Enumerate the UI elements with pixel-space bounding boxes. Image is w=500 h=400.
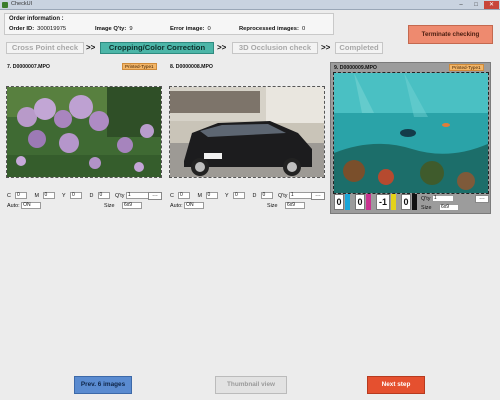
image-card[interactable]: 8. D0000008.MPO C0 M0 Y0 D0 Q'ty 1 … Aut… bbox=[167, 62, 328, 214]
error-image-label: Error image: bbox=[170, 26, 205, 32]
terminate-checking-button[interactable]: Terminate checking bbox=[408, 25, 493, 44]
error-image-value: 0 bbox=[207, 26, 211, 32]
size-field[interactable]: 6x9 bbox=[439, 204, 459, 211]
size-row: Size 6x9 bbox=[267, 202, 305, 209]
more-options-button[interactable]: … bbox=[311, 192, 325, 200]
reprocessed-field: Reprocessed images: 0 bbox=[239, 26, 305, 32]
yellow-field[interactable]: 0 bbox=[233, 192, 245, 199]
magenta-value-field[interactable]: 0 bbox=[355, 194, 365, 210]
image-card-selected[interactable]: 9. D0000009.MPO Printed-Type1 0 0 -1 0 Q… bbox=[330, 62, 491, 214]
qty-row: Q'ty 1 bbox=[421, 195, 454, 202]
step-separator: >> bbox=[86, 43, 96, 52]
step-separator: >> bbox=[217, 43, 227, 52]
cyan-field[interactable]: 0 bbox=[15, 192, 27, 199]
image-preview[interactable] bbox=[169, 86, 325, 178]
yellow-field[interactable]: 0 bbox=[70, 192, 82, 199]
qty-field[interactable]: 1 bbox=[431, 195, 454, 202]
black-swatch bbox=[412, 194, 417, 210]
image-preview[interactable] bbox=[6, 86, 162, 178]
minimize-icon[interactable]: – bbox=[454, 1, 468, 9]
printed-type-badge: Printed-Type1 bbox=[449, 64, 484, 71]
order-id-field: Order ID: 300019975 bbox=[9, 26, 66, 32]
window-title: CheckUI bbox=[11, 1, 33, 7]
order-info-panel: Order information : Order ID: 300019975 I… bbox=[4, 13, 334, 35]
image-preview[interactable] bbox=[333, 72, 489, 194]
magenta-field[interactable]: 0 bbox=[42, 192, 55, 199]
app-icon bbox=[2, 2, 8, 8]
image-qty-field: Image Q'ty: 9 bbox=[95, 26, 133, 32]
image-card[interactable]: 7. D0000007.MPO Printed-Type1 C0 M0 Y0 D… bbox=[4, 62, 165, 214]
image-filename: 7. D0000007.MPO bbox=[7, 64, 50, 70]
yellow-swatch bbox=[391, 194, 396, 210]
step-cropping-color-correction: Cropping/Color Correction bbox=[100, 42, 214, 54]
image-qty-label: Image Q'ty: bbox=[95, 26, 127, 32]
cyan-value-field[interactable]: 0 bbox=[334, 194, 344, 210]
error-image-field: Error image: 0 bbox=[170, 26, 211, 32]
image-filename: 8. D0000008.MPO bbox=[170, 64, 213, 70]
density-field[interactable]: 0 bbox=[97, 192, 110, 199]
reprocessed-label: Reprocessed images: bbox=[239, 26, 299, 32]
underwater-photo bbox=[334, 73, 488, 193]
image-qty-value: 9 bbox=[129, 26, 133, 32]
size-field[interactable]: 6x9 bbox=[122, 202, 142, 209]
maximize-icon[interactable]: □ bbox=[469, 1, 483, 9]
color-adjust-row: C0 M0 Y0 D0 Q'ty 1 bbox=[170, 192, 317, 199]
magenta-swatch bbox=[366, 194, 371, 210]
density-value-field[interactable]: 0 bbox=[401, 194, 411, 210]
reprocessed-value: 0 bbox=[301, 26, 306, 32]
magenta-field[interactable]: 0 bbox=[205, 192, 218, 199]
auto-row: Auto: ON bbox=[170, 202, 205, 209]
size-field[interactable]: 6x9 bbox=[285, 202, 305, 209]
cyan-swatch bbox=[345, 194, 350, 210]
auto-field[interactable]: ON bbox=[184, 202, 205, 209]
car-photo bbox=[170, 87, 324, 177]
close-icon[interactable]: ✕ bbox=[484, 1, 499, 9]
prev-images-button[interactable]: Prev. 6 images bbox=[74, 376, 132, 394]
title-bar: CheckUI – □ ✕ bbox=[0, 0, 500, 10]
thumbnail-view-button[interactable]: Thumbnail view bbox=[215, 376, 287, 394]
order-info-header: Order information : bbox=[9, 16, 64, 22]
step-cross-point-check: Cross Point check bbox=[6, 42, 84, 54]
more-options-button[interactable]: … bbox=[475, 195, 489, 203]
order-id-value: 300019975 bbox=[37, 26, 67, 32]
step-completed: Completed bbox=[335, 42, 383, 54]
next-step-button[interactable]: Next step bbox=[367, 376, 425, 394]
size-row: Size 6x9 bbox=[421, 204, 459, 211]
image-filename: 9. D0000009.MPO bbox=[334, 65, 377, 71]
printed-type-badge: Printed-Type1 bbox=[122, 63, 157, 70]
yellow-value-field[interactable]: -1 bbox=[376, 194, 390, 210]
auto-field[interactable]: ON bbox=[21, 202, 42, 209]
more-options-button[interactable]: … bbox=[148, 192, 162, 200]
step-3d-occlusion-check: 3D Occlusion check bbox=[232, 42, 318, 54]
size-row: Size 6x9 bbox=[104, 202, 142, 209]
density-field[interactable]: 0 bbox=[260, 192, 273, 199]
color-adjust-row: C0 M0 Y0 D0 Q'ty 1 bbox=[7, 192, 154, 199]
auto-row: Auto: ON bbox=[7, 202, 42, 209]
flower-garden-photo bbox=[7, 87, 161, 177]
order-id-label: Order ID: bbox=[9, 26, 35, 32]
cyan-field[interactable]: 0 bbox=[178, 192, 190, 199]
step-separator: >> bbox=[321, 43, 331, 52]
